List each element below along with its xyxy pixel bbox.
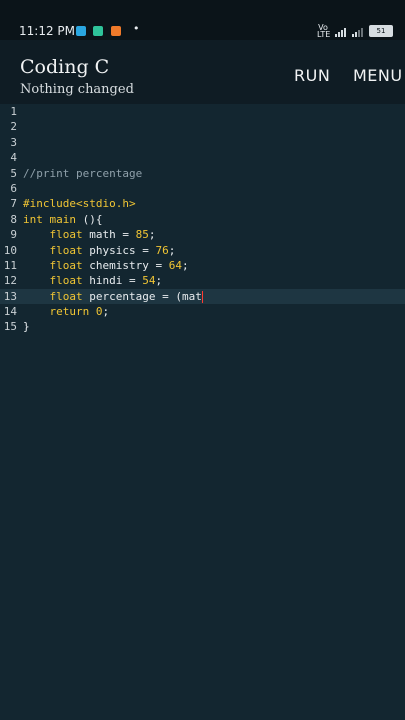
line-number: 3: [10, 135, 17, 149]
code-token: float: [49, 289, 83, 303]
signal-icon-2: [352, 26, 363, 37]
line-number: 11: [3, 258, 17, 272]
code-text: int main (){: [23, 212, 103, 227]
code-token: <stdio.h>: [75, 197, 136, 211]
line-number: 4: [10, 151, 17, 165]
code-text: float hindi = 54;: [23, 273, 163, 288]
code-token: 54: [142, 274, 156, 288]
code-line[interactable]: 6: [0, 181, 405, 196]
code-text: float chemistry = 64;: [23, 258, 189, 273]
code-line[interactable]: 5 //print percentage: [0, 166, 405, 181]
code-token: 0: [95, 305, 103, 319]
code-token: float: [49, 258, 83, 272]
line-number: 12: [3, 274, 17, 288]
code-token: ;: [155, 274, 163, 288]
code-line[interactable]: 9 float math = 85;: [0, 227, 405, 242]
code-token: float: [49, 228, 83, 242]
code-token: //print percentage: [23, 166, 143, 180]
code-line[interactable]: 4: [0, 150, 405, 165]
code-text: //print percentage: [23, 166, 142, 181]
code-token: percentage = (mat: [82, 289, 202, 303]
code-token: physics =: [82, 243, 156, 257]
line-number: 1: [10, 105, 17, 118]
code-line[interactable]: 13 float percentage = (mat: [0, 288, 405, 305]
code-line[interactable]: 8 int main (){: [0, 212, 405, 227]
status-dot: •: [133, 22, 140, 35]
code-text: #include<stdio.h>: [23, 196, 136, 211]
line-number: 13: [3, 289, 17, 303]
code-token: math =: [82, 228, 136, 242]
code-token: ;: [148, 228, 156, 242]
code-token: ;: [102, 305, 110, 319]
code-text: return 0;: [23, 304, 110, 319]
code-text: float percentage = (mat: [23, 289, 203, 304]
line-number: 7: [10, 197, 17, 211]
code-text: float physics = 76;: [23, 243, 176, 258]
line-number: 8: [10, 212, 17, 226]
text-cursor: [201, 290, 203, 303]
code-text: }: [23, 319, 30, 334]
code-line[interactable]: 12 float hindi = 54;: [0, 273, 405, 288]
code-token: ;: [181, 258, 189, 272]
code-line[interactable]: 2: [0, 119, 405, 134]
code-line[interactable]: 15}: [0, 319, 405, 334]
code-token: hindi =: [82, 274, 143, 288]
code-token: 76: [155, 243, 169, 257]
code-token: return: [49, 305, 90, 319]
app-bar: Coding C Nothing changed RUN MENU: [0, 40, 405, 102]
line-number: 9: [10, 228, 17, 242]
code-token: float: [49, 274, 83, 288]
line-number: 2: [10, 120, 17, 134]
code-editor[interactable]: 1 2 3 4 5//print percentage 6 7 #include<stdio.…: [0, 104, 405, 720]
code-text: float math = 85;: [23, 227, 156, 242]
code-token: }: [23, 320, 30, 334]
code-line[interactable]: 10 float physics = 76;: [0, 243, 405, 258]
line-number: 6: [10, 181, 17, 195]
battery-icon: 51: [369, 25, 393, 37]
code-line[interactable]: 3: [0, 135, 405, 150]
volte-label: Vo LTE: [317, 23, 331, 39]
app-blue-icon: [76, 26, 86, 36]
line-number: 10: [3, 243, 17, 257]
code-line[interactable]: 11 float chemistry = 64;: [0, 258, 405, 273]
code-token: #include: [23, 197, 76, 211]
menu-button[interactable]: MENU: [353, 66, 403, 85]
code-token: ;: [168, 243, 176, 257]
app-subtitle: Nothing changed: [20, 82, 134, 97]
code-token: int: [23, 212, 43, 226]
line-number: 15: [3, 320, 17, 334]
code-token: main: [49, 212, 77, 226]
status-bar: 11:12 PM • Vo LTE 51: [0, 0, 405, 40]
status-right: Vo LTE 51: [317, 23, 393, 39]
app-title: Coding C: [20, 56, 110, 78]
app-orange-icon: [111, 26, 121, 36]
line-number: 5: [10, 166, 17, 180]
code-line[interactable]: 7 #include<stdio.h>: [0, 196, 405, 211]
signal-icon: [335, 26, 346, 37]
code-line[interactable]: 14 return 0;: [0, 304, 405, 319]
code-line[interactable]: 1: [0, 104, 405, 119]
app-teal-icon: [93, 26, 103, 36]
line-number: 14: [3, 305, 17, 319]
run-button[interactable]: RUN: [294, 66, 330, 85]
code-token: float: [49, 243, 83, 257]
code-token: (){: [76, 212, 103, 226]
code-token: 64: [168, 258, 182, 272]
code-token: chemistry =: [82, 258, 169, 272]
status-time: 11:12 PM: [19, 24, 75, 38]
code-token: 85: [135, 228, 149, 242]
